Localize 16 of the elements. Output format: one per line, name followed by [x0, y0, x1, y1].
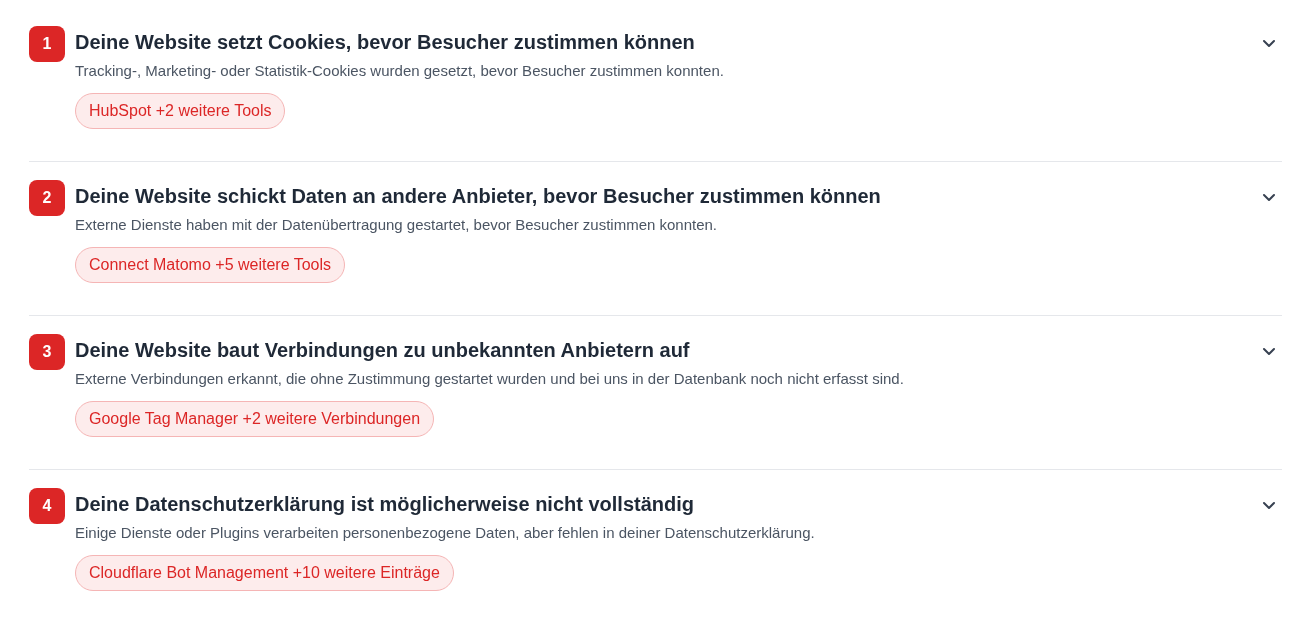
number-badge: 2 [29, 180, 65, 216]
issue-title: Deine Website setzt Cookies, bevor Besucher zustimmen können [75, 30, 695, 55]
tool-tag[interactable]: Cloudflare Bot Management +10 weitere Einträge [75, 555, 454, 591]
tool-tag[interactable]: Google Tag Manager +2 weitere Verbindungen [75, 401, 435, 437]
number-badge: 4 [29, 488, 65, 524]
issue-description: Tracking-, Marketing- oder Statistik-Cookies wurden gesetzt, bevor Besucher zustimmen konnten. [75, 61, 724, 81]
issue-description: Externe Verbindungen erkannt, die ohne Zustimmung gestartet wurden und bei uns in der Datenbank noch nicht erfasst sind. [75, 369, 904, 389]
issue-title: Deine Datenschutzerklärung ist möglicherweise nicht vollständig [75, 492, 695, 517]
tool-tag[interactable]: Connect Matomo +5 weitere Tools [75, 247, 346, 283]
issue-title: Deine Website schickt Daten an andere Anbieter, bevor Besucher zustimmen können [75, 184, 881, 209]
issue-description: Externe Dienste haben mit der Datenübertragung gestartet, bevor Besucher zustimmen konnten. [75, 215, 718, 235]
tool-tag[interactable]: HubSpot +2 weitere Tools [75, 93, 286, 129]
issue-title: Deine Website baut Verbindungen zu unbekannten Anbietern auf [75, 338, 690, 363]
number-badge: 1 [29, 26, 65, 62]
issue-description: Einige Dienste oder Plugins verarbeiten personenbezogene Daten, aber fehlen in deiner Datenschutzerklärung. [75, 523, 815, 543]
number-badge: 3 [29, 334, 65, 370]
